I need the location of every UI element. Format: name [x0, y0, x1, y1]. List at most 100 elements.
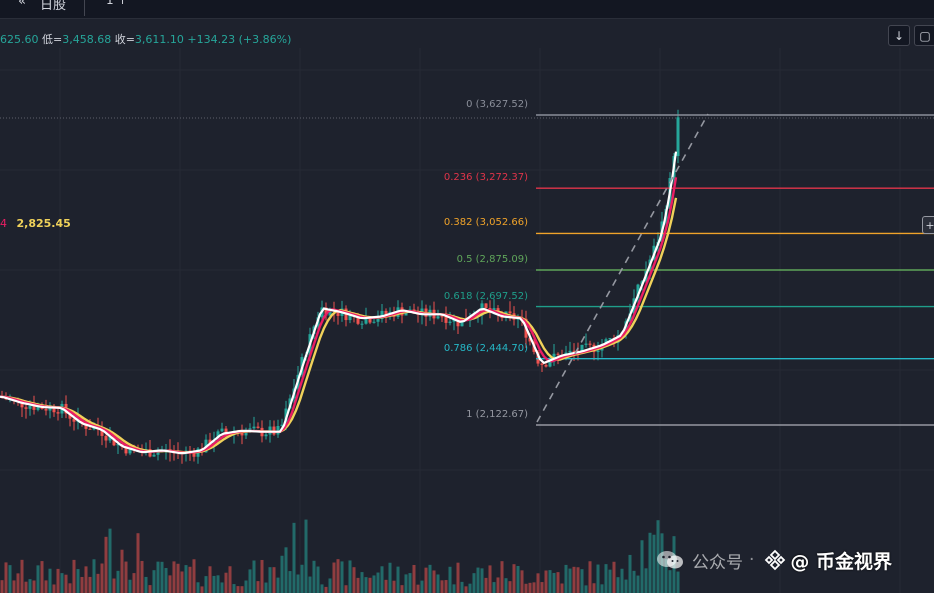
- volume-bar: [328, 578, 332, 593]
- volume-bar: [440, 580, 444, 593]
- candle-body: [448, 321, 452, 323]
- volume-bar: [280, 555, 284, 593]
- volume-bar: [276, 577, 280, 593]
- volume-bar: [388, 562, 392, 593]
- moving-averages: [0, 151, 678, 455]
- candle-body: [568, 350, 572, 353]
- volume-bar: [620, 568, 624, 593]
- volume-bar: [536, 573, 540, 593]
- candle-body: [152, 454, 156, 457]
- volume-bar: [428, 564, 432, 593]
- volume-bar: [88, 576, 92, 593]
- volume-bar: [436, 574, 440, 593]
- candle-body: [28, 405, 32, 409]
- volume-bar: [324, 586, 328, 593]
- volume-bar: [608, 569, 612, 593]
- volume-bar: [356, 577, 360, 593]
- plus-icon: +: [925, 218, 934, 232]
- volume-bar: [420, 580, 424, 593]
- volume-bar: [640, 540, 644, 593]
- volume-bar: [348, 560, 352, 593]
- volume-bar: [508, 581, 512, 593]
- volume-bar: [16, 573, 20, 593]
- volume-bar: [128, 579, 132, 593]
- candle-body: [440, 316, 444, 318]
- volume-bar: [20, 559, 24, 593]
- candle-body: [372, 321, 376, 323]
- ma-legend: 4 2,825.45: [0, 217, 71, 230]
- volume-bar: [376, 572, 380, 593]
- volume-bar: [124, 561, 128, 593]
- candle-body: [44, 408, 48, 411]
- ma-fast-line: [0, 151, 678, 455]
- fib-label: 0.382 (3,052.66): [443, 217, 528, 229]
- volume-bar: [28, 579, 32, 593]
- volume-bar: [320, 584, 324, 593]
- candle-body: [376, 318, 380, 322]
- volume-bar: [592, 583, 596, 593]
- watermark-brand: @ 币金视界: [790, 550, 893, 573]
- volume-bar: [532, 582, 536, 593]
- candle-body: [572, 350, 576, 352]
- volume-bar: [552, 572, 556, 593]
- volume-bar: [24, 581, 28, 593]
- volume-bar: [624, 579, 628, 593]
- volume-bar: [44, 580, 48, 593]
- volume-bar: [180, 571, 184, 593]
- volume-bar: [300, 564, 304, 593]
- volume-bar: [132, 573, 136, 593]
- volume-bar: [340, 561, 344, 593]
- candle-body: [596, 350, 600, 353]
- volume-bar: [164, 568, 168, 593]
- volume-bar: [72, 559, 76, 593]
- volume-bar: [32, 580, 36, 593]
- volume-bar: [256, 581, 260, 593]
- ma-slow-line: [0, 197, 678, 454]
- volume-bar: [140, 560, 144, 593]
- volume-bar: [208, 566, 212, 593]
- volume-bar: [596, 564, 600, 593]
- volume-bar: [352, 567, 356, 593]
- volume-bar: [216, 575, 220, 593]
- fib-label: 0.786 (2,444.70): [443, 342, 528, 354]
- volume-bar: [204, 576, 208, 593]
- volume-bar: [160, 561, 164, 593]
- volume-bar: [580, 569, 584, 593]
- candle-body: [264, 434, 268, 437]
- candle-body: [256, 426, 260, 428]
- volume-bar: [448, 566, 452, 593]
- volume-bar: [240, 586, 244, 593]
- volume-bar: [500, 561, 504, 593]
- volume-bar: [296, 574, 300, 593]
- volume-bar: [304, 519, 308, 593]
- volume-bar: [184, 565, 188, 593]
- volume-bar: [404, 574, 408, 593]
- volume-bar: [556, 572, 560, 593]
- volume-bar: [560, 583, 564, 593]
- volume-bar: [52, 584, 56, 593]
- volume-bars: [0, 519, 680, 593]
- volume-bar: [380, 566, 384, 593]
- volume-bar: [576, 567, 580, 593]
- volume-bar: [332, 562, 336, 593]
- volume-bar: [456, 562, 460, 593]
- volume-bar: [544, 570, 548, 593]
- volume-bar: [512, 564, 516, 593]
- volume-bar: [412, 564, 416, 593]
- volume-bar: [504, 578, 508, 593]
- candle-body: [588, 343, 592, 345]
- volume-bar: [524, 583, 528, 593]
- add-alert-button[interactable]: +: [922, 216, 934, 234]
- wechat-icon: [657, 551, 683, 569]
- volume-bar: [540, 582, 544, 593]
- volume-bar: [416, 584, 420, 593]
- volume-bar: [68, 583, 72, 593]
- volume-bar: [108, 528, 112, 593]
- volume-bar: [520, 570, 524, 593]
- volume-bar: [484, 577, 488, 593]
- volume-bar: [104, 536, 108, 593]
- volume-bar: [4, 562, 8, 593]
- candle-body: [88, 428, 92, 430]
- volume-bar: [616, 577, 620, 593]
- volume-bar: [408, 573, 412, 593]
